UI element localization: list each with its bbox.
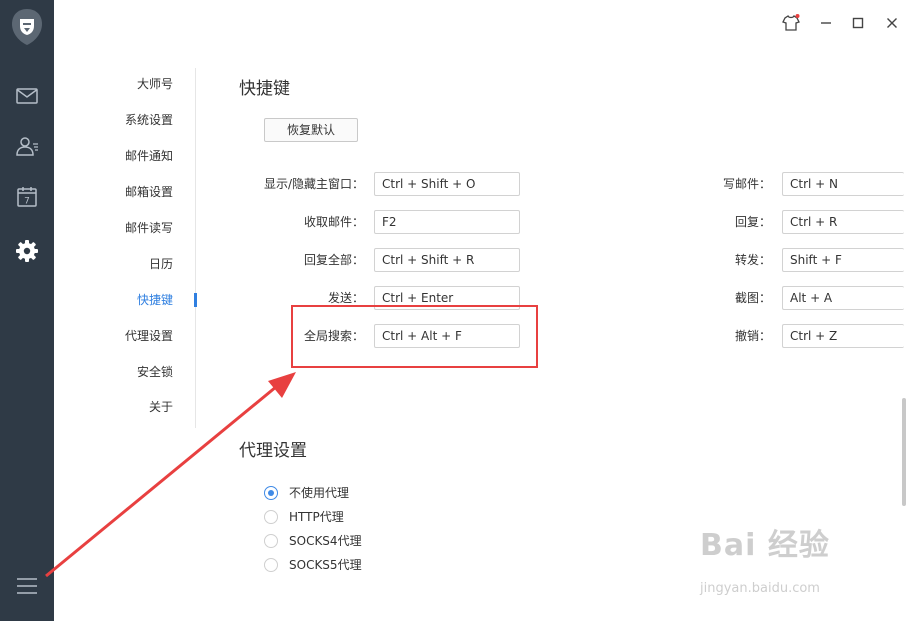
hamburger-menu-icon[interactable] (16, 577, 38, 595)
proxy-radio-socks4[interactable] (264, 534, 278, 548)
shortcut-label-compose: 写邮件： (722, 177, 771, 191)
proxy-label-socks5: SOCKS5代理 (289, 558, 362, 572)
calendar-day: 7 (24, 197, 30, 207)
maximize-icon[interactable] (849, 14, 867, 32)
shortcut-input-undo[interactable]: Ctrl + Z (782, 324, 904, 348)
left-rail: 7 (0, 0, 54, 621)
shortcut-input-compose[interactable]: Ctrl + N (782, 172, 904, 196)
shortcut-input-forward[interactable]: Shift + F (782, 248, 904, 272)
lion-logo-icon[interactable] (10, 8, 44, 46)
settings-nav-item-about[interactable]: 关于 (149, 391, 173, 427)
shortcut-label-toggle-window: 显示/隐藏主窗口： (263, 177, 364, 191)
calendar-icon[interactable]: 7 (15, 185, 39, 209)
proxy-radio-http[interactable] (264, 510, 278, 524)
settings-nav: 大师号 系统设置 邮件通知 邮箱设置 邮件读写 日历 快捷键 代理设置 安全锁 … (54, 68, 197, 428)
mail-icon[interactable] (15, 84, 39, 108)
settings-nav-item-shortcuts[interactable]: 快捷键 (137, 284, 173, 320)
settings-nav-item-mail-notify[interactable]: 邮件通知 (125, 140, 173, 176)
shortcut-label-receive-mail: 收取邮件： (303, 215, 364, 229)
minimize-icon[interactable] (817, 14, 835, 32)
proxy-label-socks4: SOCKS4代理 (289, 534, 362, 548)
shortcut-input-reply-all[interactable]: Ctrl + Shift + R (374, 248, 520, 272)
shortcut-label-screenshot: 截图： (734, 291, 771, 305)
proxy-section-title: 代理设置 (239, 441, 307, 461)
settings-nav-item-read-write[interactable]: 邮件读写 (125, 212, 173, 248)
settings-nav-item-calendar[interactable]: 日历 (149, 248, 173, 284)
close-icon[interactable] (883, 14, 901, 32)
settings-nav-item-system[interactable]: 系统设置 (125, 104, 173, 140)
watermark-url: jingyan.baidu.com (700, 581, 820, 596)
shortcut-input-reply[interactable]: Ctrl + R (782, 210, 904, 234)
shortcut-label-undo: 撤销： (734, 329, 771, 343)
active-nav-indicator (194, 293, 197, 307)
proxy-radio-socks5[interactable] (264, 558, 278, 572)
shortcut-label-forward: 转发： (734, 253, 771, 267)
contacts-icon[interactable] (15, 134, 39, 158)
restore-defaults-button[interactable]: 恢复默认 (264, 118, 358, 142)
proxy-radio-none[interactable] (264, 486, 278, 500)
settings-nav-item-security-lock[interactable]: 安全锁 (137, 356, 173, 392)
proxy-label-http: HTTP代理 (289, 510, 344, 524)
shortcut-label-reply: 回复： (734, 215, 771, 229)
settings-nav-item-master-account[interactable]: 大师号 (137, 68, 173, 104)
skin-shirt-icon[interactable] (782, 14, 800, 32)
shortcut-input-receive-mail[interactable]: F2 (374, 210, 520, 234)
settings-nav-item-mailbox[interactable]: 邮箱设置 (125, 176, 173, 212)
shortcut-label-reply-all: 回复全部： (303, 253, 364, 267)
settings-nav-item-proxy[interactable]: 代理设置 (125, 320, 173, 356)
watermark-main: Bai 经验 (700, 528, 830, 563)
annotation-highlight-box (291, 305, 538, 368)
scrollbar-thumb[interactable] (902, 398, 906, 506)
shortcut-input-toggle-window[interactable]: Ctrl + Shift + O (374, 172, 520, 196)
gear-icon[interactable] (15, 239, 39, 263)
shortcuts-section-title: 快捷键 (239, 79, 290, 99)
proxy-label-none: 不使用代理 (289, 486, 350, 500)
shortcut-input-screenshot[interactable]: Alt + A (782, 286, 904, 310)
